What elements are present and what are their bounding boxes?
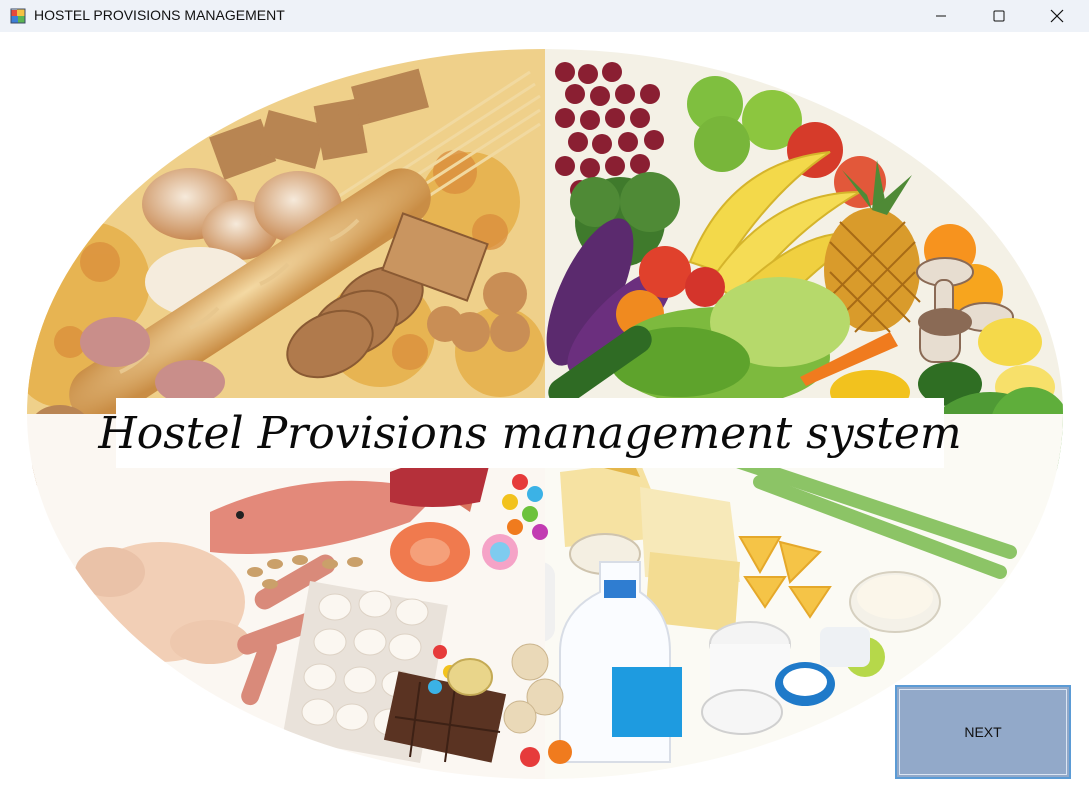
title-bar[interactable]: HOSTEL PROVISIONS MANAGEMENT	[0, 0, 1089, 32]
close-button[interactable]	[1028, 0, 1086, 32]
app-banner-title: Hostel Provisions management system	[98, 407, 962, 459]
minimize-button[interactable]	[912, 0, 970, 32]
close-icon	[1050, 9, 1064, 23]
maximize-button[interactable]	[970, 0, 1028, 32]
next-button[interactable]: NEXT	[895, 685, 1071, 779]
window-title: HOSTEL PROVISIONS MANAGEMENT	[34, 7, 285, 23]
minimize-icon	[936, 15, 946, 17]
app-banner: Hostel Provisions management system	[98, 398, 962, 468]
app-window-icon	[10, 8, 26, 24]
main-content: Hostel Provisions management system NEXT	[0, 32, 1089, 794]
maximize-icon	[993, 10, 1005, 22]
